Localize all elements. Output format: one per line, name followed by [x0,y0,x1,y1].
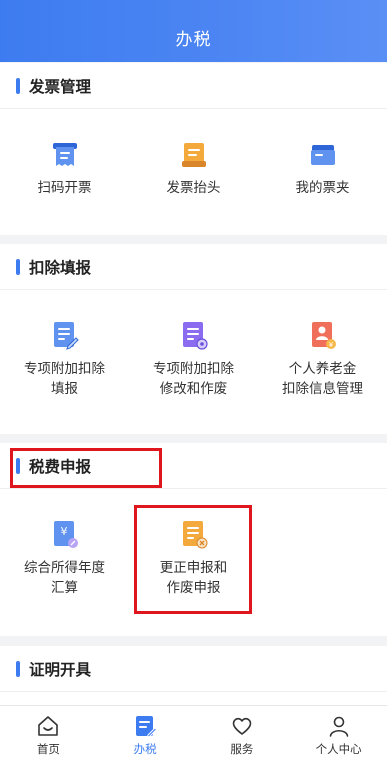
service-icon [232,717,252,735]
item-label: 专项附加扣除 填报 [24,361,105,397]
page-title: 办税 [175,30,212,50]
tax-icon [136,716,158,738]
section-certificate: 证明开具 [0,646,387,705]
yuan-doc-icon: ¥ [53,521,78,548]
home-icon [38,716,59,736]
section-accent-bar [16,258,20,275]
section-header: 扣除填报 [0,244,387,290]
svg-text:¥: ¥ [328,341,333,349]
bottom-tab-bar: 首页 办税 服务 个人中心 [0,705,387,779]
annual-settlement-item[interactable]: ¥ 综合所得年度 汇算 [0,519,129,598]
deduction-fill-item[interactable]: 专项附加扣除 填报 [0,320,129,399]
tab-label: 个人中心 [315,742,362,756]
scan-invoice-icon [52,143,77,166]
item-label: 发票抬头 [166,180,221,196]
tab-tax[interactable]: 办税 [97,706,194,779]
tab-label: 服务 [230,742,254,756]
section-deduction: 扣除填报 专项附加扣除 填报 专项附加扣除 修改和作废 ¥ 个人养老金 扣除信息… [0,244,387,434]
item-label: 综合所得年度 汇算 [24,560,105,596]
section-header: 证明开具 [0,646,387,692]
section-accent-bar [16,660,20,677]
item-label: 我的票夹 [295,180,350,196]
ticket-folder-item[interactable]: 我的票夹 [258,141,387,198]
scan-invoice-item[interactable]: 扫码开票 [0,141,129,198]
tab-service[interactable]: 服务 [194,706,291,779]
section-accent-bar [16,77,20,94]
tab-label: 首页 [36,742,60,756]
deduction-modify-item[interactable]: 专项附加扣除 修改和作废 [129,320,258,399]
section-header: 发票管理 [0,63,387,109]
tab-profile[interactable]: 个人中心 [290,706,387,779]
item-label: 专项附加扣除 修改和作废 [153,361,234,397]
pension-item[interactable]: ¥ 个人养老金 扣除信息管理 [258,320,387,399]
tab-label: 办税 [133,742,157,756]
tab-home[interactable]: 首页 [0,706,97,779]
app-header: 办税 [0,0,387,62]
edit-doc-icon [53,322,79,350]
profile-icon [329,716,348,737]
section-title: 证明开具 [29,660,92,679]
settings-doc-icon [182,322,208,350]
highlight-box-correct-item [134,505,252,614]
invoice-header-icon [181,143,206,167]
section-title: 发票管理 [29,77,92,96]
item-label: 个人养老金 扣除信息管理 [282,361,363,397]
svg-text:¥: ¥ [60,525,67,538]
item-label: 扫码开票 [37,180,92,196]
ticket-folder-icon [310,145,335,165]
invoice-header-item[interactable]: 发票抬头 [129,141,258,198]
highlight-box-section-title [10,448,162,488]
section-title: 扣除填报 [29,258,92,277]
pension-icon: ¥ [311,322,336,349]
section-invoice: 发票管理 扫码开票 发票抬头 我的票夹 [0,63,387,235]
